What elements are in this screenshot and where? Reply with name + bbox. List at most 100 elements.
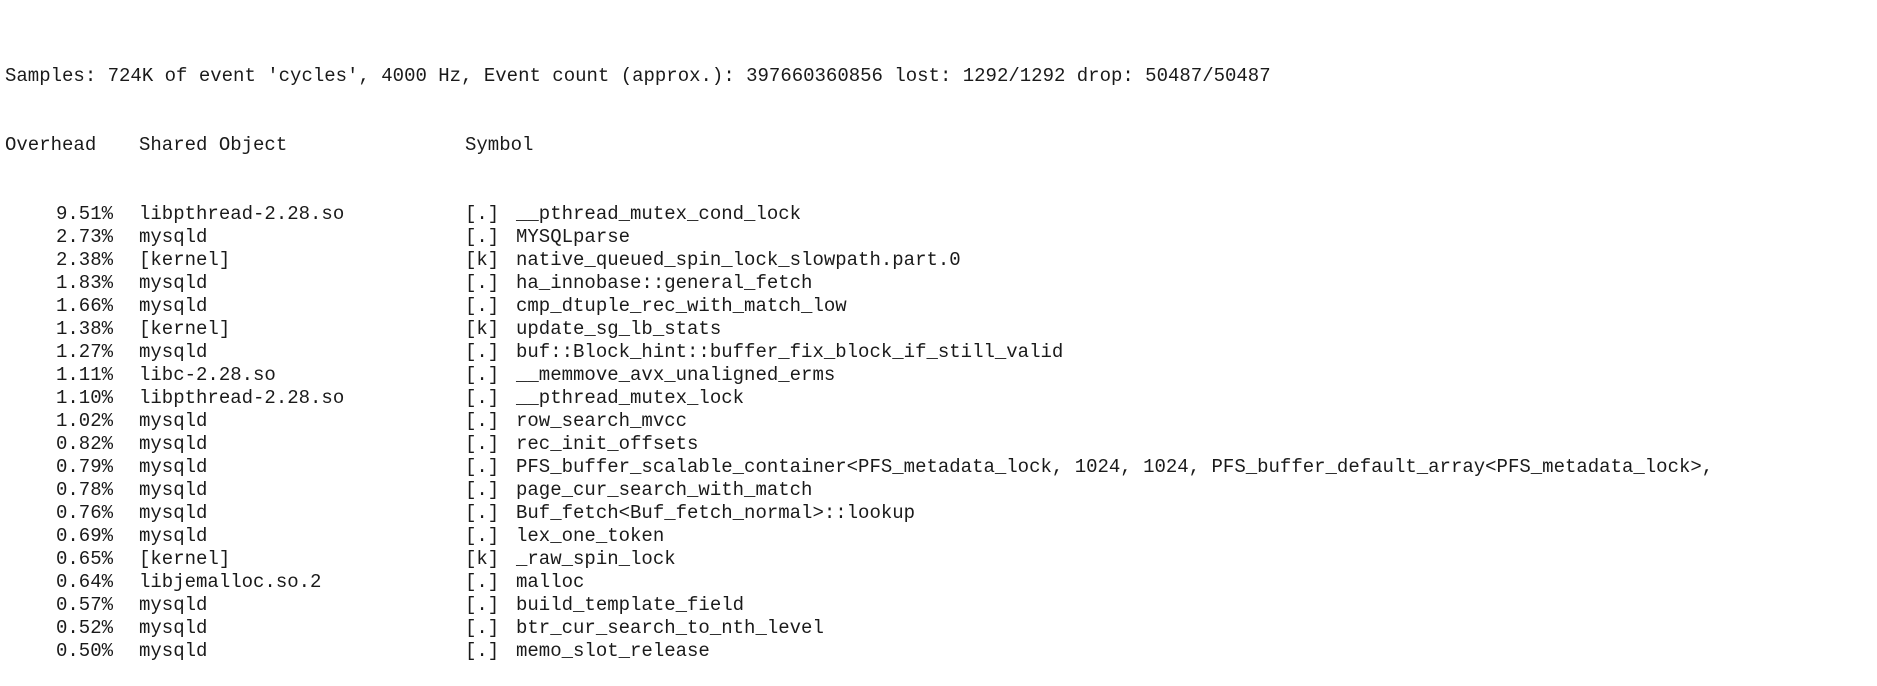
perf-row[interactable]: 0.50% mysqld [.] memo_slot_release — [5, 640, 1713, 663]
column-gap — [113, 617, 139, 640]
overhead-value: 1.66% — [55, 295, 113, 317]
overhead-value: 2.38% — [55, 249, 113, 271]
overhead-value: 0.64% — [55, 571, 113, 593]
symbol-privilege-marker: [.] — [465, 594, 500, 616]
perf-row[interactable]: 1.10% libpthread-2.28.so [.] __pthread_mute… — [5, 387, 1713, 410]
symbol-name: MYSQLparse — [516, 226, 631, 248]
column-gap — [113, 387, 139, 410]
column-gap — [113, 548, 139, 571]
shared-object-name: mysqld — [139, 295, 208, 317]
perf-row[interactable]: 1.38% [kernel] [k] update_sg_lb_stats — [5, 318, 1713, 341]
overhead-value: 1.10% — [55, 387, 113, 409]
symbol-privilege-marker: [.] — [465, 226, 500, 248]
column-gap — [113, 226, 139, 249]
symbol-privilege-marker: [.] — [465, 433, 500, 455]
shared-object-name: libjemalloc.so.2 — [139, 571, 322, 593]
column-gap — [113, 502, 139, 525]
symbol-privilege-marker: [.] — [465, 571, 500, 593]
shared-object-name: mysqld — [139, 341, 208, 363]
overhead-value: 1.02% — [55, 410, 113, 432]
symbol-privilege-marker: [k] — [465, 548, 500, 570]
perf-row[interactable]: 0.69% mysqld [.] lex_one_token — [5, 525, 1713, 548]
perf-row[interactable]: 0.76% mysqld [.] Buf_fetch<Buf_fetch_normal… — [5, 502, 1713, 525]
symbol-name: __pthread_mutex_lock — [516, 387, 745, 409]
perf-row[interactable]: 0.78% mysqld [.] page_cur_search_with_match — [5, 479, 1713, 502]
symbol-privilege-marker: [.] — [465, 410, 500, 432]
column-gap — [113, 318, 139, 341]
symbol-name: update_sg_lb_stats — [516, 318, 722, 340]
symbol-privilege-marker: [k] — [465, 318, 500, 340]
column-gap — [113, 295, 139, 318]
overhead-value: 0.65% — [55, 548, 113, 570]
column-gap — [113, 594, 139, 617]
overhead-value: 1.38% — [55, 318, 113, 340]
perf-row[interactable]: 1.02% mysqld [.] row_search_mvcc — [5, 410, 1713, 433]
header-shared-object: Shared Object — [139, 134, 288, 156]
overhead-value: 0.57% — [55, 594, 113, 616]
overhead-value: 0.52% — [55, 617, 113, 639]
symbol-name: rec_init_offsets — [516, 433, 699, 455]
perf-row[interactable]: 9.51% libpthread-2.28.so [.] __pthread_mute… — [5, 203, 1713, 226]
column-gap — [113, 410, 139, 433]
symbol-privilege-marker: [.] — [465, 295, 500, 317]
column-gap — [113, 203, 139, 226]
overhead-value: 1.11% — [55, 364, 113, 386]
perf-row[interactable]: 0.57% mysqld [.] build_template_field — [5, 594, 1713, 617]
perf-row[interactable]: 0.65% [kernel] [k] _raw_spin_lock — [5, 548, 1713, 571]
shared-object-name: [kernel] — [139, 318, 231, 340]
symbol-name: build_template_field — [516, 594, 745, 616]
column-gap — [113, 272, 139, 295]
shared-object-name: libpthread-2.28.so — [139, 387, 345, 409]
symbol-name: PFS_buffer_scalable_container<PFS_metada… — [516, 456, 1714, 478]
overhead-value: 0.50% — [55, 640, 113, 662]
overhead-value: 1.83% — [55, 272, 113, 294]
symbol-name: page_cur_search_with_match — [516, 479, 813, 501]
perf-row[interactable]: 2.38% [kernel] [k] native_queued_spin_lock_… — [5, 249, 1713, 272]
perf-row[interactable]: 1.66% mysqld [.] cmp_dtuple_rec_with_match_… — [5, 295, 1713, 318]
perf-report-output: Samples: 724K of event 'cycles', 4000 Hz… — [5, 19, 1713, 686]
shared-object-name: mysqld — [139, 479, 208, 501]
overhead-value: 0.69% — [55, 525, 113, 547]
column-header-row: Overhead Shared Object Symbol — [5, 134, 1713, 157]
column-gap — [113, 456, 139, 479]
shared-object-name: mysqld — [139, 272, 208, 294]
symbol-privilege-marker: [.] — [465, 456, 500, 478]
symbol-name: btr_cur_search_to_nth_level — [516, 617, 824, 639]
perf-row[interactable]: 1.11% libc-2.28.so [.] __memmove_avx_unalig… — [5, 364, 1713, 387]
symbol-privilege-marker: [.] — [465, 502, 500, 524]
perf-row[interactable]: 0.64% libjemalloc.so.2 [.] malloc — [5, 571, 1713, 594]
perf-row[interactable]: 1.83% mysqld [.] ha_innobase::general_fetch — [5, 272, 1713, 295]
overhead-value: 0.78% — [55, 479, 113, 501]
perf-row[interactable]: 0.79% mysqld [.] PFS_buffer_scalable_contai… — [5, 456, 1713, 479]
column-gap — [113, 364, 139, 387]
shared-object-name: libpthread-2.28.so — [139, 203, 345, 225]
column-gap — [113, 433, 139, 456]
symbol-name: ha_innobase::general_fetch — [516, 272, 813, 294]
symbol-name: _raw_spin_lock — [516, 548, 676, 570]
shared-object-name: mysqld — [139, 594, 208, 616]
overhead-value: 1.27% — [55, 341, 113, 363]
shared-object-name: mysqld — [139, 433, 208, 455]
symbol-name: buf::Block_hint::buffer_fix_block_if_sti… — [516, 341, 1064, 363]
symbol-privilege-marker: [.] — [465, 479, 500, 501]
column-gap — [113, 341, 139, 364]
symbol-name: cmp_dtuple_rec_with_match_low — [516, 295, 847, 317]
column-gap — [113, 249, 139, 272]
symbol-name: row_search_mvcc — [516, 410, 688, 432]
overhead-value: 0.76% — [55, 502, 113, 524]
symbol-privilege-marker: [.] — [465, 525, 500, 547]
overhead-value: 0.82% — [55, 433, 113, 455]
perf-row[interactable]: 0.82% mysqld [.] rec_init_offsets — [5, 433, 1713, 456]
symbol-name: __pthread_mutex_cond_lock — [516, 203, 802, 225]
perf-row[interactable]: 1.27% mysqld [.] buf::Block_hint::buffer_fi… — [5, 341, 1713, 364]
shared-object-name: mysqld — [139, 410, 208, 432]
overhead-value: 2.73% — [55, 226, 113, 248]
symbol-name: malloc — [516, 571, 585, 593]
shared-object-name: libc-2.28.so — [139, 364, 276, 386]
symbol-privilege-marker: [.] — [465, 364, 500, 386]
symbol-privilege-marker: [.] — [465, 387, 500, 409]
perf-row[interactable]: 2.73% mysqld [.] MYSQLparse — [5, 226, 1713, 249]
symbol-privilege-marker: [.] — [465, 640, 500, 662]
overhead-value: 9.51% — [55, 203, 113, 225]
perf-row[interactable]: 0.52% mysqld [.] btr_cur_search_to_nth_leve… — [5, 617, 1713, 640]
